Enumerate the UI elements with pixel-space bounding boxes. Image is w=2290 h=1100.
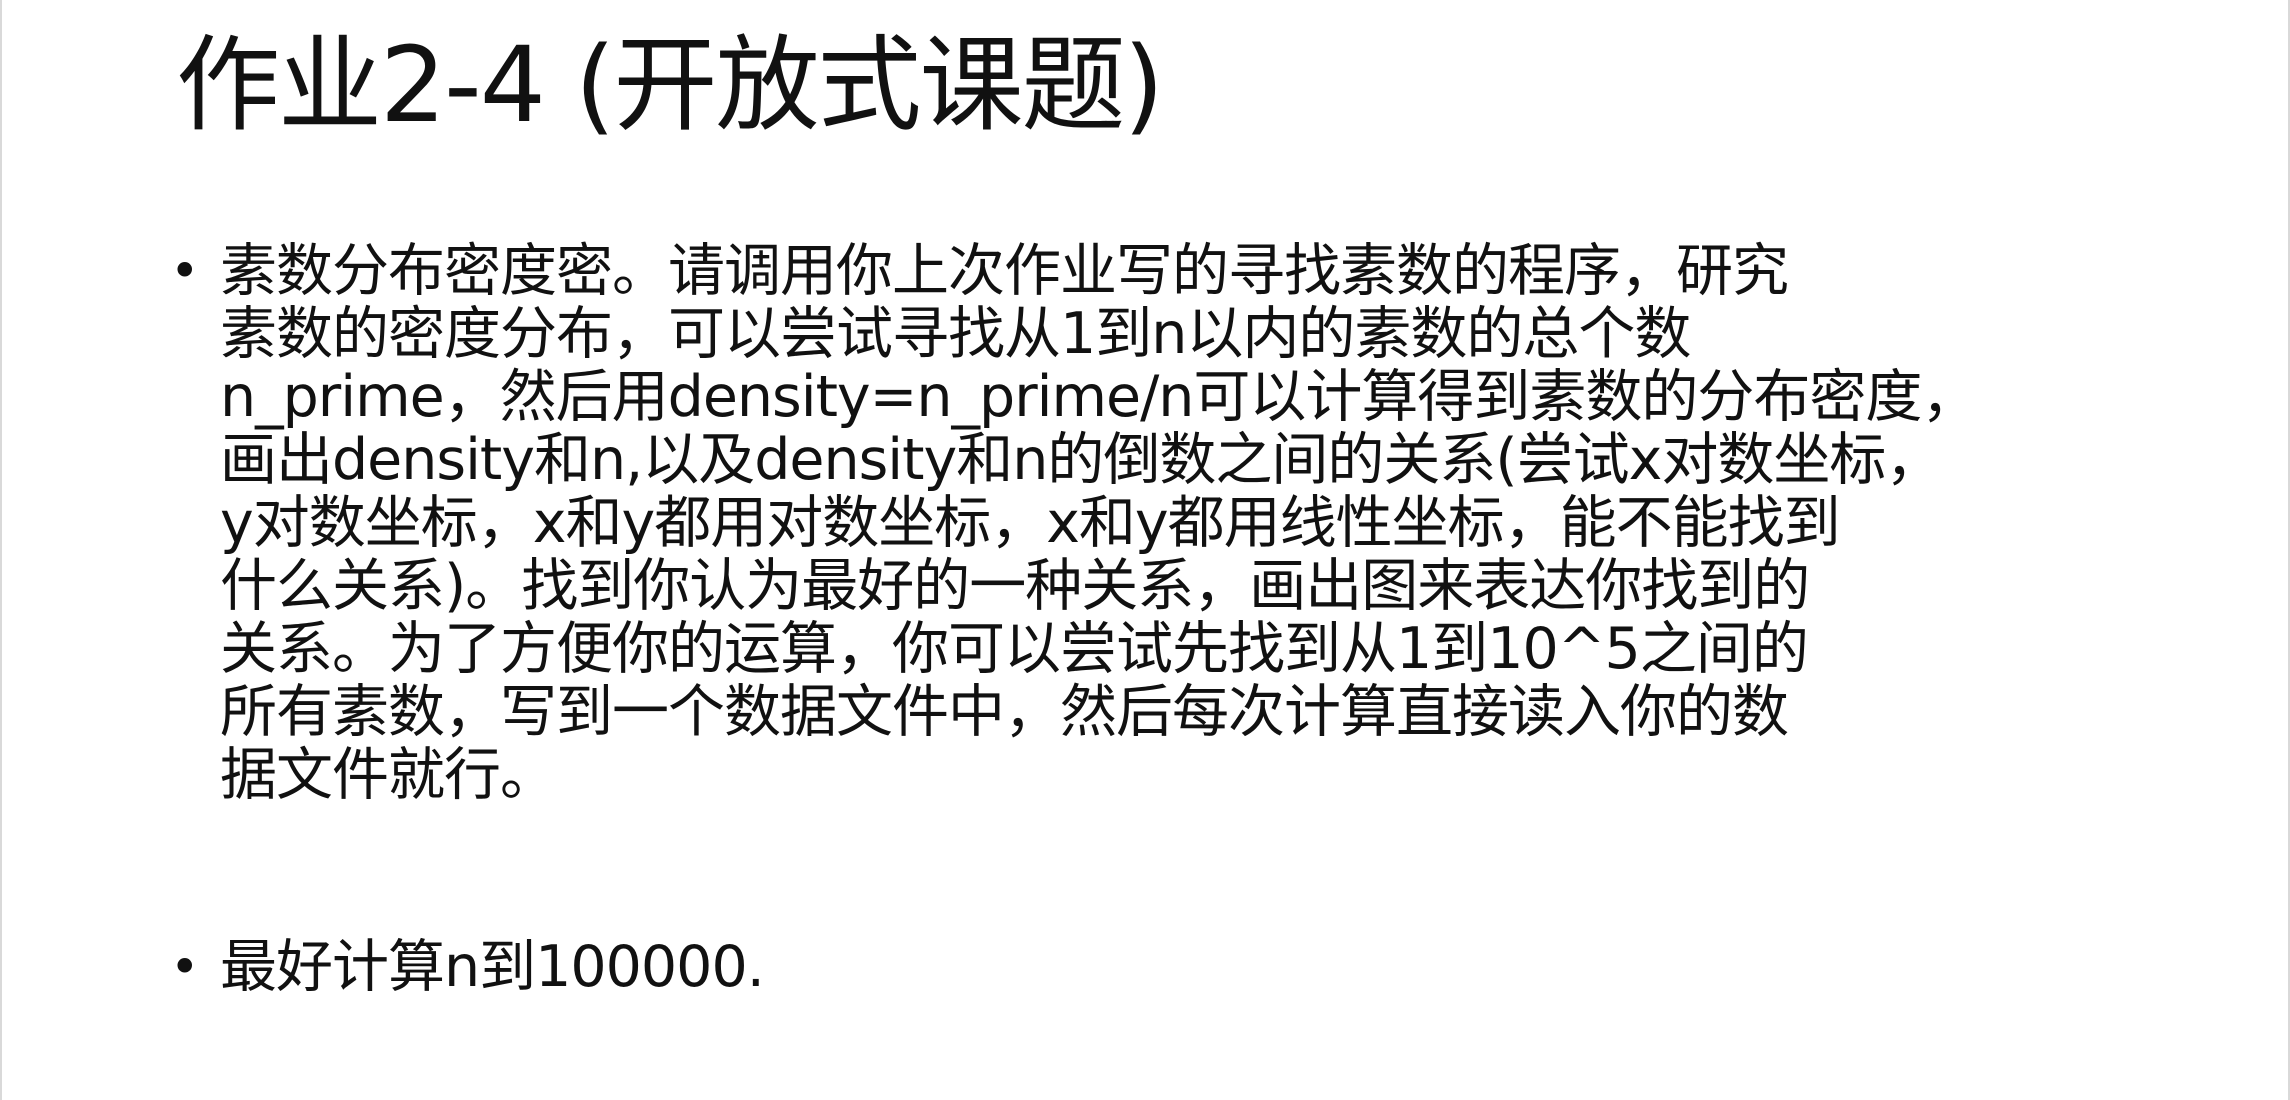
text-line: 关系。为了方便你的运算，你可以尝试先找到从1到10^5之间的 [220, 616, 1809, 682]
bullet-item: • 最好计算n到100000. [170, 934, 765, 1000]
text-line: 最好计算n到100000. [220, 934, 765, 1000]
text-line: 素数的密度分布，可以尝试寻找从1到n以内的素数的总个数 [220, 301, 1691, 367]
bullet-list: • 素数分布密度密。请调用你上次作业写的寻找素数的程序，研究 素数的密度分布，可… [170, 240, 2190, 999]
slide-title: 作业2-4 (开放式课题) [176, 24, 1164, 146]
text-line: y对数坐标，x和y都用对数坐标，x和y都用线性坐标，能不能找到 [220, 490, 1841, 556]
text-line: 什么关系)。找到你认为最好的一种关系，画出图来表达你找到的 [220, 553, 1810, 619]
bullet-text: 素数分布密度密。请调用你上次作业写的寻找素数的程序，研究 素数的密度分布，可以尝… [220, 238, 1978, 808]
text-line: 素数分布密度密。请调用你上次作业写的寻找素数的程序，研究 [220, 238, 1789, 304]
text-line: n_prime，然后用density=n_prime/n可以计算得到素数的分布密… [220, 364, 1978, 430]
text-line: 所有素数，写到一个数据文件中，然后每次计算直接读入你的数 [220, 679, 1789, 745]
bullet-text: 最好计算n到100000. [220, 934, 765, 1000]
slide: 作业2-4 (开放式课题) • 素数分布密度密。请调用你上次作业写的寻找素数的程… [0, 0, 2290, 1100]
bullet-item: • 素数分布密度密。请调用你上次作业写的寻找素数的程序，研究 素数的密度分布，可… [170, 240, 2190, 807]
text-line: 画出density和n,以及density和n的倒数之间的关系(尝试x对数坐标， [220, 427, 1942, 493]
bullet-icon: • [170, 938, 200, 996]
bullet-icon: • [170, 242, 200, 300]
text-line: 据文件就行。 [220, 742, 557, 808]
